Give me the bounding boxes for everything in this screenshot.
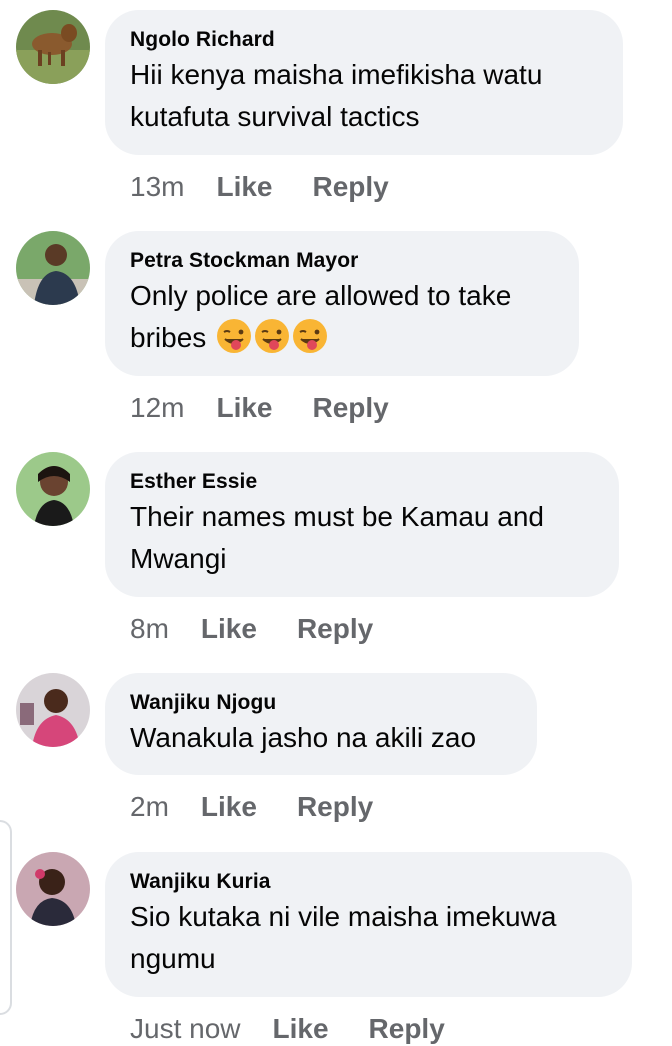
reply-button[interactable]: Reply [297, 790, 373, 824]
comment-text: Their names must be Kamau and Mwangi [130, 501, 544, 574]
like-button[interactable]: Like [201, 612, 257, 646]
like-button[interactable]: Like [216, 391, 272, 425]
comment-author[interactable]: Petra Stockman Mayor [130, 249, 555, 273]
person-photo-avatar [16, 231, 90, 305]
avatar[interactable] [16, 452, 90, 526]
comment-text: Sio kutaka ni vile maisha imekuwa ngumu [130, 901, 557, 974]
reply-button[interactable]: Reply [297, 612, 373, 646]
comment-author[interactable]: Wanjiku Njogu [130, 691, 513, 715]
dog-photo-avatar [16, 10, 90, 84]
comment-time[interactable]: 8m [130, 612, 169, 646]
comment-time[interactable]: 12m [130, 391, 184, 425]
winking-tongue-face-icon [293, 319, 328, 353]
comment-text: Wanakula jasho na akili zao [130, 722, 477, 753]
comment-author[interactable]: Ngolo Richard [130, 28, 599, 52]
comment-actions: Just now Like Reply [130, 1012, 445, 1046]
like-button[interactable]: Like [273, 1012, 329, 1046]
comment-actions: 12m Like Reply [130, 391, 389, 425]
person-photo-avatar [16, 673, 90, 747]
like-button[interactable]: Like [216, 170, 272, 204]
person-photo-avatar [16, 452, 90, 526]
reply-button[interactable]: Reply [369, 1012, 445, 1046]
comment-bubble: Wanjiku Njogu Wanakula jasho na akili za… [105, 673, 537, 775]
reply-button[interactable]: Reply [313, 391, 389, 425]
winking-tongue-face-icon [255, 319, 290, 353]
comment-bubble: Petra Stockman Mayor Only police are all… [105, 231, 579, 376]
comment-text: Hii kenya maisha imefikisha watu kutafut… [130, 59, 543, 132]
comment-time[interactable]: Just now [130, 1012, 241, 1046]
winking-tongue-face-icon [217, 319, 252, 353]
avatar[interactable] [16, 852, 90, 926]
comment-bubble: Wanjiku Kuria Sio kutaka ni vile maisha … [105, 852, 632, 997]
comment-actions: 2m Like Reply [130, 790, 373, 824]
comment-author[interactable]: Esther Essie [130, 470, 595, 494]
reply-button[interactable]: Reply [313, 170, 389, 204]
comment-bubble: Esther Essie Their names must be Kamau a… [105, 452, 619, 597]
comment-author[interactable]: Wanjiku Kuria [130, 870, 608, 894]
like-button[interactable]: Like [201, 790, 257, 824]
avatar[interactable] [16, 673, 90, 747]
comment-actions: 8m Like Reply [130, 612, 373, 646]
avatar[interactable] [16, 10, 90, 84]
thread-edge-divider [0, 820, 12, 1015]
avatar[interactable] [16, 231, 90, 305]
comment-text: Only police are allowed to take bribes [130, 275, 555, 359]
person-photo-avatar [16, 852, 90, 926]
comment-time[interactable]: 2m [130, 790, 169, 824]
comment-bubble: Ngolo Richard Hii kenya maisha imefikish… [105, 10, 623, 155]
comment-actions: 13m Like Reply [130, 170, 389, 204]
comment-time[interactable]: 13m [130, 170, 184, 204]
